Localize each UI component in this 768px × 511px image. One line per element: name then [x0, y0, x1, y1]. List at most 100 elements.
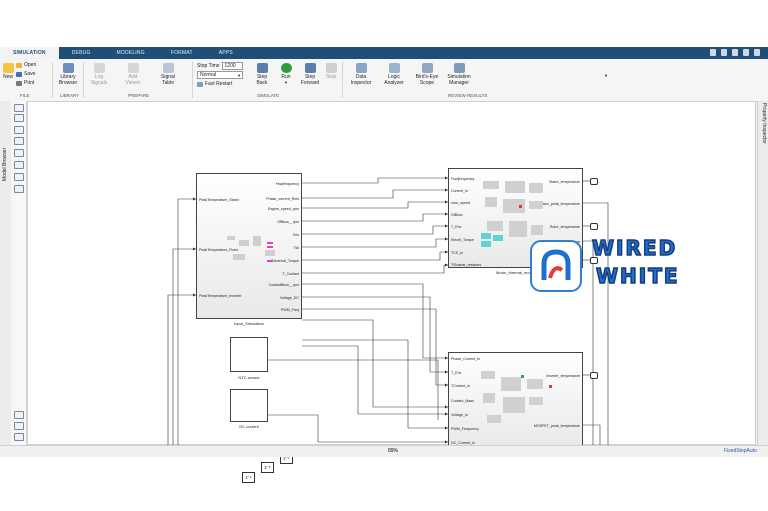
- step-forward-button[interactable]: Step Forward: [299, 63, 321, 86]
- review-section-label: REVIEW RESULTS: [448, 93, 488, 98]
- save-icon[interactable]: [710, 49, 716, 56]
- fast-restart-icon: [197, 81, 203, 87]
- input-port: TCurrent_In: [451, 384, 471, 388]
- model-browser-label[interactable]: Model Browser: [2, 148, 8, 181]
- unit-delay-block[interactable]: z⁻¹: [261, 462, 274, 473]
- input-port: PeakTemperature_Stator: [199, 198, 239, 202]
- zoom-icon[interactable]: [14, 126, 24, 134]
- signal-table-icon: [162, 63, 174, 73]
- tab-format[interactable]: FORMAT: [158, 47, 206, 59]
- log-signals-icon: [93, 63, 105, 73]
- simulate-section-label: SIMULATE: [257, 93, 280, 98]
- fit-view-icon[interactable]: [14, 137, 24, 145]
- simulation-manager-button[interactable]: Simulation Manager: [446, 63, 472, 86]
- output-port: CoolantBlow__rpm: [268, 283, 299, 287]
- add-viewer-icon: [127, 63, 139, 73]
- dc-current-label: DC current: [239, 424, 259, 429]
- logo-text-line1: WIRED: [591, 235, 678, 261]
- run-button[interactable]: Run ▼: [278, 63, 294, 86]
- toolstrip: New Open Save Print FILE Library Browser …: [0, 59, 768, 102]
- status-bar: 89% FixedStepAuto: [0, 445, 768, 457]
- output-port: PWM_Freq: [280, 308, 299, 312]
- divider: [192, 62, 193, 98]
- stop-button[interactable]: Stop: [324, 63, 338, 80]
- run-icon: [280, 63, 292, 73]
- input-port: T_Env: [451, 225, 462, 229]
- tab-simulation[interactable]: SIMULATION: [0, 47, 59, 59]
- add-viewer-button[interactable]: Add Viewer: [123, 63, 143, 86]
- folder-icon: [16, 62, 22, 68]
- printer-icon: [16, 80, 22, 86]
- birds-eye-scope-button[interactable]: Bird's-Eye Scope: [414, 63, 440, 86]
- log-signals-button[interactable]: Log Signals: [89, 63, 109, 86]
- property-inspector-label[interactable]: Property Inspector: [761, 103, 767, 144]
- ntc-sensor-label: NTC sensor: [238, 375, 260, 380]
- hide-browser-icon[interactable]: [14, 104, 24, 112]
- explorer-bar-icon[interactable]: [14, 411, 24, 419]
- input-port: rotor_speed: [451, 201, 471, 205]
- logo-text-line2: WHITE: [595, 263, 680, 289]
- print-button[interactable]: Print: [16, 80, 34, 86]
- logic-analyzer-button[interactable]: Logic Analyzer: [383, 63, 405, 86]
- collapse-icon[interactable]: [14, 433, 24, 441]
- input-simulation-label: Input_Simulation: [234, 321, 264, 326]
- simulation-mode-select[interactable]: Normal ▼: [197, 71, 244, 79]
- library-icon: [62, 63, 74, 73]
- tab-debug[interactable]: DEBUG: [59, 47, 104, 59]
- input-port: GfBlow: [451, 213, 463, 217]
- arrow-icon[interactable]: [14, 149, 24, 157]
- stop-time-input[interactable]: 1200: [221, 62, 243, 70]
- save-button[interactable]: Save: [16, 71, 35, 77]
- search-icon[interactable]: [754, 49, 760, 56]
- disk-icon: [16, 71, 22, 77]
- step-back-button[interactable]: Step Back: [253, 63, 271, 86]
- solver-link[interactable]: FixedStepAuto: [724, 448, 757, 454]
- library-browser-button[interactable]: Library Browser: [57, 63, 79, 86]
- new-button[interactable]: New: [2, 63, 14, 80]
- input-port: Fsw|frequency: [451, 177, 475, 181]
- output-port: T_Coolant: [282, 272, 299, 276]
- dc-current-block[interactable]: [230, 389, 268, 422]
- redo-icon[interactable]: [732, 49, 738, 56]
- subsystem-preview: [227, 236, 275, 262]
- input-port: Phase_Current_In: [451, 357, 481, 361]
- divider: [52, 62, 53, 98]
- input-port: PWM_Frequency: [451, 427, 479, 431]
- input-port: Coolant_Mass: [451, 399, 474, 403]
- output-port: GfBlow__rpm: [277, 220, 299, 224]
- navigate-icon[interactable]: [14, 114, 24, 122]
- input-simulation-block[interactable]: PeakTemperature_Stator PeakTemperature_R…: [196, 173, 302, 319]
- stop-time: Stop Time 1200: [197, 62, 243, 70]
- screenshot-icon[interactable]: [14, 422, 24, 430]
- outport-block[interactable]: [590, 178, 598, 185]
- ntc-sensor-block[interactable]: [230, 337, 268, 372]
- step-back-icon: [256, 63, 268, 73]
- image-icon[interactable]: [14, 173, 24, 181]
- fast-restart-button[interactable]: Fast Restart: [197, 81, 232, 87]
- unit-delay-block[interactable]: z⁻¹: [242, 472, 255, 483]
- open-button[interactable]: Open: [16, 62, 36, 68]
- area-icon[interactable]: [14, 185, 24, 193]
- property-inspector-strip[interactable]: Property Inspector: [757, 101, 768, 445]
- signal-table-button[interactable]: Signal Table: [158, 63, 178, 86]
- simulation-manager-icon: [453, 63, 465, 73]
- outport-block[interactable]: [590, 372, 598, 379]
- logo-mark-icon: [541, 249, 571, 280]
- zoom-level: 89%: [388, 448, 399, 454]
- inverter-thermal-model-block[interactable]: Phase_Current_In T_Env TCurrent_In Coola…: [448, 352, 583, 448]
- tab-modeling[interactable]: MODELING: [104, 47, 158, 59]
- output-port: Tclo: [292, 233, 299, 237]
- tab-apps[interactable]: APPS: [206, 47, 246, 59]
- ribbon-expand-chevron[interactable]: ▼: [604, 73, 608, 78]
- chevron-down-icon: ▼: [284, 80, 288, 85]
- data-inspector-button[interactable]: Data Inspector: [350, 63, 372, 86]
- input-port: Electrl_Torque: [451, 238, 474, 242]
- help-icon[interactable]: [743, 49, 749, 56]
- logic-analyzer-icon: [388, 63, 400, 73]
- outport-block[interactable]: [590, 223, 598, 230]
- prepare-section-label: PREPARE: [128, 93, 150, 98]
- text-annotation-icon[interactable]: [14, 161, 24, 169]
- stop-icon: [325, 63, 337, 73]
- wired-white-logo: [530, 240, 582, 292]
- undo-icon[interactable]: [721, 49, 727, 56]
